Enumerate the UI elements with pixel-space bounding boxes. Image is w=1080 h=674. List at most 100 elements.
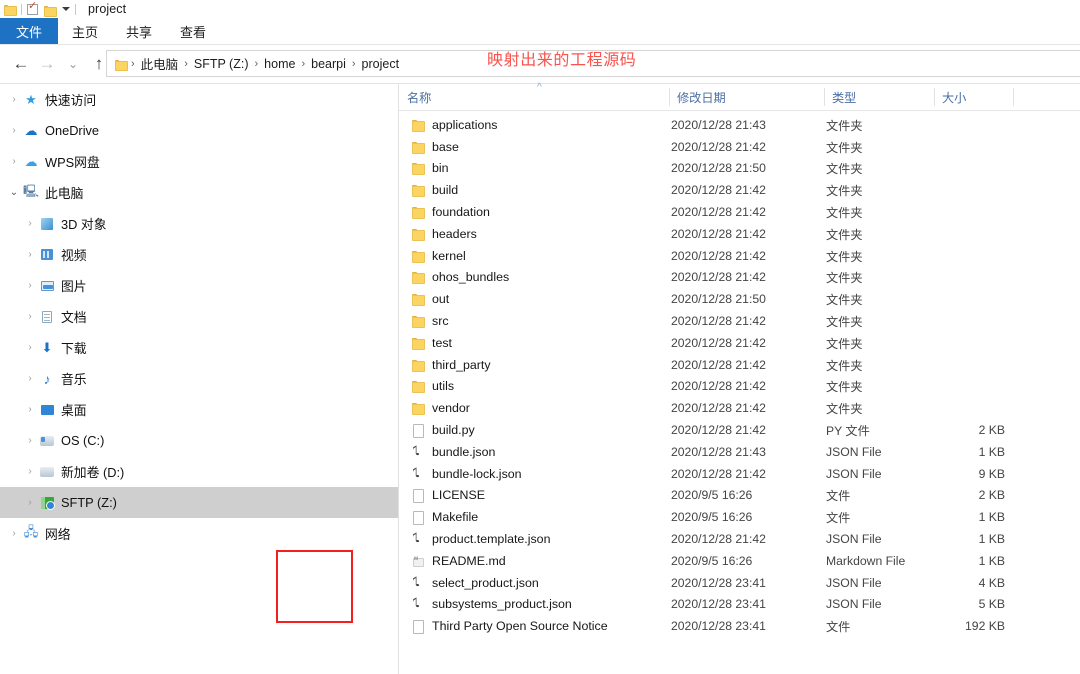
file-name-cell[interactable]: headers [412, 223, 477, 245]
forward-icon[interactable]: → [34, 51, 60, 77]
table-row[interactable]: build 2020/12/28 21:42 文件夹 [399, 179, 1080, 201]
tree-expander-icon[interactable]: › [22, 373, 38, 384]
table-row[interactable]: vendor 2020/12/28 21:42 文件夹 [399, 397, 1080, 419]
column-header-name[interactable]: 名称 [399, 84, 669, 110]
table-row[interactable]: ohos_bundles 2020/12/28 21:42 文件夹 [399, 267, 1080, 289]
breadcrumb-item-sftp[interactable]: SFTP (Z:) [190, 57, 253, 71]
tab-file[interactable]: 文件 [0, 18, 59, 44]
table-row[interactable]: foundation 2020/12/28 21:42 文件夹 [399, 201, 1080, 223]
tree-expander-icon[interactable]: › [6, 156, 22, 167]
file-name-cell[interactable]: subsystems_product.json [412, 594, 572, 616]
tree-expander-icon[interactable]: ⌄ [6, 187, 22, 198]
tab-home[interactable]: 主页 [58, 18, 112, 44]
table-row[interactable]: base 2020/12/28 21:42 文件夹 [399, 136, 1080, 158]
history-dropdown-icon[interactable]: ⌄ [60, 51, 86, 77]
sidebar-item-0[interactable]: › ★ 快速访问 [0, 84, 398, 115]
tab-view[interactable]: 查看 [166, 18, 220, 44]
tree-expander-icon[interactable]: › [22, 249, 38, 260]
column-header-type[interactable]: 类型 [824, 84, 934, 110]
file-name-cell[interactable]: product.template.json [412, 528, 550, 550]
file-name-cell[interactable]: third_party [412, 354, 491, 376]
table-row[interactable]: third_party 2020/12/28 21:42 文件夹 [399, 354, 1080, 376]
sidebar-item-11[interactable]: › OS (C:) [0, 425, 398, 456]
table-row[interactable]: src 2020/12/28 21:42 文件夹 [399, 310, 1080, 332]
sidebar-item-10[interactable]: › 桌面 [0, 394, 398, 425]
file-name-cell[interactable]: README.md [412, 550, 506, 572]
sidebar-item-8[interactable]: › ⬇ 下载 [0, 332, 398, 363]
table-row[interactable]: Makefile 2020/9/5 16:26 文件 1 KB [399, 506, 1080, 528]
new-folder-icon[interactable] [44, 5, 57, 17]
table-row[interactable]: bundle-lock.json 2020/12/28 21:42 JSON Fil… [399, 463, 1080, 485]
table-row[interactable]: kernel 2020/12/28 21:42 文件夹 [399, 245, 1080, 267]
column-header-size[interactable]: 大小 [934, 84, 1013, 110]
table-row[interactable]: product.template.json 2020/12/28 21:42 JSO… [399, 528, 1080, 550]
column-header-date[interactable]: 修改日期 [669, 84, 824, 110]
sidebar-item-2[interactable]: › ☁ WPS网盘 [0, 146, 398, 177]
tree-expander-icon[interactable]: › [22, 497, 38, 508]
file-name-cell[interactable]: select_product.json [412, 572, 539, 594]
tab-share[interactable]: 共享 [112, 18, 166, 44]
sidebar-item-3[interactable]: ⌄ 🖳 此电脑 [0, 177, 398, 208]
sidebar-item-4[interactable]: › 3D 对象 [0, 208, 398, 239]
file-name-cell[interactable]: Makefile [412, 506, 478, 528]
dropdown-caret-icon[interactable] [62, 7, 70, 11]
breadcrumb-item-this-pc[interactable]: 此电脑 [137, 54, 183, 73]
tree-expander-icon[interactable]: › [6, 125, 22, 136]
file-name-cell[interactable]: bin [412, 158, 449, 180]
tree-expander-icon[interactable]: › [22, 404, 38, 415]
sidebar-item-12[interactable]: › 新加卷 (D:) [0, 456, 398, 487]
table-row[interactable]: test 2020/12/28 21:42 文件夹 [399, 332, 1080, 354]
tree-expander-icon[interactable]: › [6, 528, 22, 539]
sidebar-item-14[interactable]: › 🖧 网络 [0, 518, 398, 549]
file-name-cell[interactable]: ohos_bundles [412, 267, 509, 289]
file-name-cell[interactable]: build [412, 179, 458, 201]
file-name-cell[interactable]: foundation [412, 201, 490, 223]
table-row[interactable]: subsystems_product.json 2020/12/28 23:41 J… [399, 594, 1080, 616]
table-row[interactable]: bin 2020/12/28 21:50 文件夹 [399, 158, 1080, 180]
file-name-cell[interactable]: base [412, 136, 459, 158]
file-name-cell[interactable]: bundle-lock.json [412, 463, 522, 485]
file-name-cell[interactable]: bundle.json [412, 441, 495, 463]
breadcrumb-item-home[interactable]: home [260, 57, 299, 71]
table-row[interactable]: bundle.json 2020/12/28 21:43 JSON File 1 KB [399, 441, 1080, 463]
properties-checkbox-icon[interactable] [27, 1, 38, 15]
tree-expander-icon[interactable]: › [22, 466, 38, 477]
tree-expander-icon[interactable]: › [6, 94, 22, 105]
file-name-cell[interactable]: test [412, 332, 452, 354]
breadcrumb-item-project[interactable]: project [358, 57, 404, 71]
file-date-cell: 2020/12/28 21:42 [671, 270, 766, 285]
file-name-cell[interactable]: utils [412, 376, 454, 398]
table-row[interactable]: README.md2020/9/5 16:26Markdown File1 KB [399, 550, 1080, 572]
file-name-cell[interactable]: Third Party Open Source Notice [412, 615, 608, 637]
tree-expander-icon[interactable]: › [22, 311, 38, 322]
sidebar-item-9[interactable]: › ♪ 音乐 [0, 363, 398, 394]
file-name-cell[interactable]: out [412, 288, 449, 310]
sidebar-item-7[interactable]: › 文档 [0, 301, 398, 332]
file-name-cell[interactable]: vendor [412, 397, 470, 419]
table-row[interactable]: select_product.json 2020/12/28 23:41 JSON … [399, 572, 1080, 594]
table-row[interactable]: build.py 2020/12/28 21:42 PY 文件 2 KB [399, 419, 1080, 441]
folder-icon [412, 227, 425, 241]
sidebar-item-13[interactable]: › SFTP (Z:) [0, 487, 398, 518]
file-name-cell[interactable]: kernel [412, 245, 466, 267]
table-row[interactable]: applications 2020/12/28 21:43 文件夹 [399, 114, 1080, 136]
breadcrumb-item-bearpi[interactable]: bearpi [307, 57, 350, 71]
file-name-cell[interactable]: src [412, 310, 449, 332]
tree-expander-icon[interactable]: › [22, 280, 38, 291]
tree-expander-icon[interactable]: › [22, 435, 38, 446]
table-row[interactable]: LICENSE 2020/9/5 16:26 文件 2 KB [399, 485, 1080, 507]
sidebar-item-6[interactable]: › 图片 [0, 270, 398, 301]
table-row[interactable]: Third Party Open Source Notice 2020/12/28… [399, 615, 1080, 637]
file-name-cell[interactable]: LICENSE [412, 485, 485, 507]
column-divider[interactable] [1013, 88, 1014, 106]
table-row[interactable]: headers 2020/12/28 21:42 文件夹 [399, 223, 1080, 245]
tree-expander-icon[interactable]: › [22, 342, 38, 353]
sidebar-item-1[interactable]: › ☁ OneDrive [0, 115, 398, 146]
table-row[interactable]: utils 2020/12/28 21:42 文件夹 [399, 376, 1080, 398]
back-icon[interactable]: ← [8, 51, 34, 77]
table-row[interactable]: out 2020/12/28 21:50 文件夹 [399, 288, 1080, 310]
tree-expander-icon[interactable]: › [22, 218, 38, 229]
file-name-cell[interactable]: build.py [412, 419, 475, 441]
sidebar-item-5[interactable]: › 视频 [0, 239, 398, 270]
file-name-cell[interactable]: applications [412, 114, 497, 136]
